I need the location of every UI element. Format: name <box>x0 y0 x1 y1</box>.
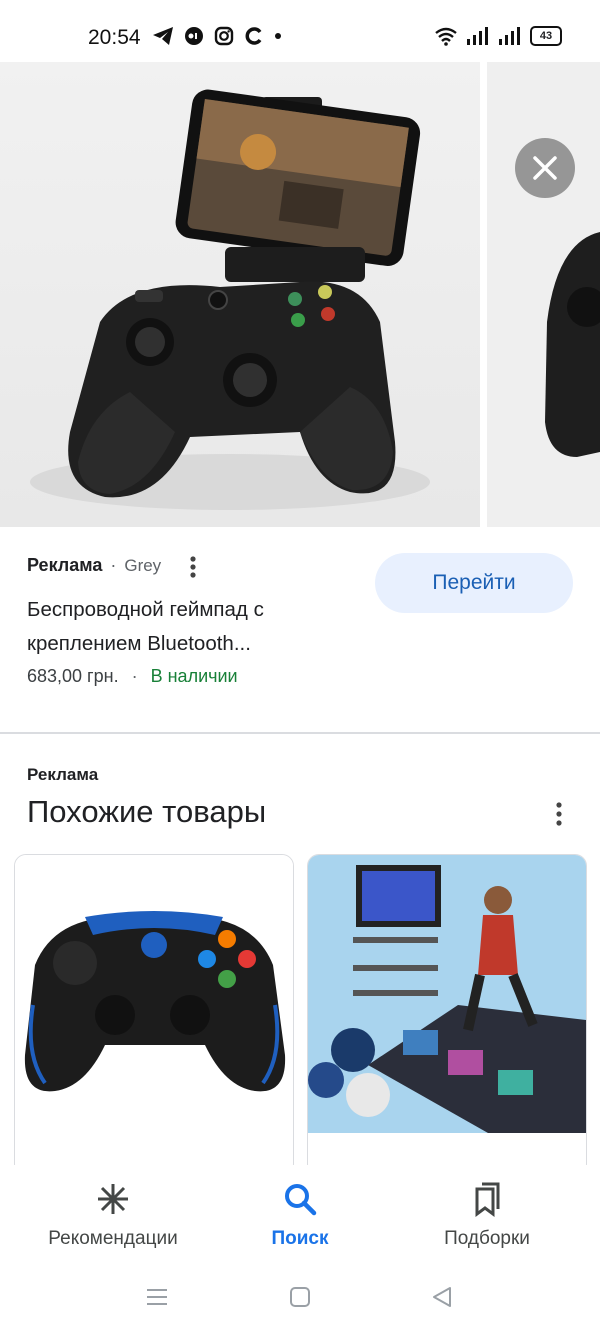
signal-icon <box>467 27 488 45</box>
nav-label: Подборки <box>444 1228 530 1249</box>
search-icon <box>285 1184 317 1216</box>
merchant-name: Grey <box>124 555 162 575</box>
nav-collections[interactable]: Подборки <box>387 1181 587 1250</box>
c-app-icon <box>245 27 262 45</box>
clock: 20:54 <box>88 26 141 49</box>
product-card[interactable] <box>14 854 294 1176</box>
nav-label: Поиск <box>271 1228 329 1249</box>
section-title: Похожие товары <box>27 794 267 829</box>
status-bar: 20:54 43 <box>0 0 600 62</box>
price-row: 683,00 грн. · В наличии <box>27 666 238 687</box>
asterisk-icon <box>98 1184 128 1214</box>
product-image-carousel[interactable] <box>0 62 600 527</box>
signal-icon-2 <box>499 27 520 45</box>
product-image-next[interactable] <box>487 62 600 527</box>
product-card-image <box>308 855 586 1133</box>
similar-ad-label: Реклама <box>27 765 99 784</box>
wifi-icon <box>435 27 457 46</box>
close-icon <box>533 156 557 180</box>
product-title[interactable]: Беспроводной геймпад с креплением Blueto… <box>27 593 347 661</box>
system-navigation-bar <box>0 1265 600 1332</box>
system-status: 43 <box>434 26 562 46</box>
product-card[interactable] <box>307 854 587 1176</box>
more-options-icon[interactable] <box>185 555 201 579</box>
bottom-navigation: Рекомендации Поиск Подборки <box>0 1165 600 1265</box>
more-options-icon[interactable] <box>551 800 567 828</box>
bookmarks-icon <box>475 1182 500 1217</box>
telegram-icon <box>153 27 173 45</box>
nav-recommendations[interactable]: Рекомендации <box>13 1181 213 1250</box>
product-card-image <box>15 855 293 1133</box>
battery-icon: 43 <box>530 26 562 46</box>
olx-icon <box>185 27 203 45</box>
divider <box>0 732 600 734</box>
nav-search[interactable]: Поиск <box>200 1181 400 1250</box>
dot-icon <box>275 33 281 39</box>
close-button[interactable] <box>515 138 575 198</box>
back-icon[interactable] <box>430 1285 454 1309</box>
instagram-icon <box>214 26 234 46</box>
stock-status: В наличии <box>150 666 238 686</box>
notification-icons <box>152 26 282 46</box>
separator-dot: · <box>110 555 117 575</box>
ad-label: Реклама <box>27 555 103 575</box>
ad-meta: Реклама · Grey <box>27 555 161 576</box>
product-image-gamepad[interactable] <box>0 62 480 527</box>
separator-dot: · <box>131 666 138 686</box>
price: 683,00 грн. <box>27 666 119 686</box>
menu-icon[interactable] <box>145 1285 169 1309</box>
nav-label: Рекомендации <box>48 1228 178 1249</box>
go-button[interactable]: Перейти <box>375 553 573 613</box>
sponsored-product: Реклама · Grey Перейти Беспроводной гейм… <box>0 527 600 732</box>
home-icon[interactable] <box>288 1285 312 1309</box>
